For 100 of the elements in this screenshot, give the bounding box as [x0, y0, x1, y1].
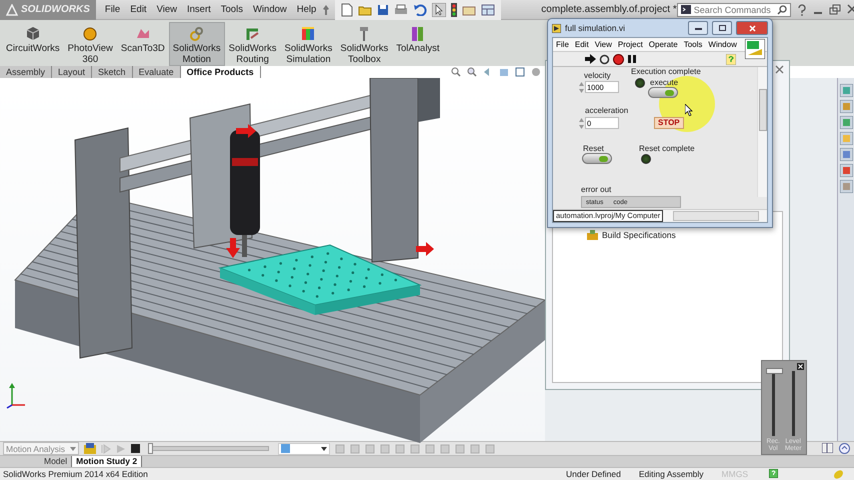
open-folder-icon[interactable]	[358, 4, 372, 16]
appearances-icon[interactable]	[840, 164, 852, 177]
control-label: error out	[581, 185, 612, 194]
abort-icon[interactable]	[613, 54, 624, 64]
menu-item[interactable]: Edit	[572, 40, 592, 49]
design-library-icon[interactable]	[840, 100, 852, 113]
build-specifications-icon	[587, 230, 598, 240]
ribbon-button[interactable]: PhotoView 360	[64, 22, 117, 66]
increment-arrows-icon[interactable]	[579, 82, 584, 92]
command-tab[interactable]: Sketch	[92, 66, 133, 78]
boolean-button[interactable]	[582, 153, 612, 164]
context-help-icon[interactable]	[726, 54, 736, 64]
pause-icon[interactable]	[627, 54, 637, 64]
timeline-slider-thumb[interactable]	[148, 443, 153, 454]
increment-arrows-icon[interactable]	[579, 118, 584, 128]
select-arrow-icon[interactable]	[432, 2, 446, 16]
close-icon	[748, 24, 756, 32]
color-cube-icon	[300, 26, 316, 42]
maximize-icon	[718, 25, 726, 31]
minimize-icon	[694, 26, 702, 30]
caret-icon	[70, 446, 76, 450]
ribbon-button[interactable]: SolidWorks Routing	[224, 22, 281, 66]
undo-icon[interactable]	[413, 4, 428, 16]
restore-icon[interactable]	[828, 4, 841, 16]
study-tab[interactable]: Motion Study 2	[72, 456, 142, 467]
ribbon-button[interactable]: SolidWorks Motion	[168, 22, 225, 66]
help-icon[interactable]	[796, 4, 807, 16]
ribbon-button[interactable]: SolidWorks Simulation	[280, 22, 336, 66]
menu-item[interactable]: View	[152, 0, 182, 20]
command-tab[interactable]: Assembly	[0, 66, 52, 78]
minimize-button[interactable]	[688, 21, 708, 35]
control-label: acceleration	[585, 106, 628, 115]
menu-item[interactable]: Tools	[680, 40, 706, 49]
axis-triad-icon	[6, 383, 26, 409]
view-palette-icon[interactable]	[840, 148, 852, 161]
ribbon-button[interactable]: ScanTo3D	[116, 22, 169, 66]
menu-item[interactable]: Window	[248, 0, 292, 20]
horizontal-scrollbar[interactable]	[673, 211, 759, 221]
menu-item[interactable]: Operate	[646, 40, 681, 49]
control-label: Reset	[583, 144, 604, 153]
ribbon-button[interactable]: TolAnalyst	[392, 22, 444, 66]
menu-item[interactable]: Help	[292, 0, 322, 20]
zoom-area-icon[interactable]	[466, 67, 477, 77]
file-explorer-icon[interactable]	[840, 116, 852, 129]
control-label: velocity	[584, 71, 611, 80]
command-prompt-icon	[680, 5, 691, 14]
control-label: Execution complete	[631, 67, 701, 76]
logo-text: SOLIDWORKS	[21, 4, 90, 15]
custom-properties-icon[interactable]	[840, 180, 852, 193]
ds-logo-icon	[6, 4, 18, 16]
menu-item[interactable]: Insert	[182, 0, 216, 20]
status-item: Editing Assembly	[638, 469, 705, 479]
search-field[interactable]: Search Commands	[676, 2, 791, 16]
ruler-icon	[410, 26, 426, 42]
menu-item[interactable]: View	[592, 40, 615, 49]
play-from-start-icon[interactable]	[101, 444, 111, 454]
section-view-icon[interactable]	[498, 67, 509, 77]
view-orientation-icon[interactable]	[514, 67, 525, 77]
edition-text: SolidWorks Premium 2014 x64 Edition	[3, 469, 148, 479]
playback-speed-dropdown[interactable]	[278, 442, 330, 454]
maximize-button[interactable]	[712, 21, 732, 35]
ribbon-button[interactable]: CircuitWorks	[2, 22, 64, 66]
command-tab[interactable]: Layout	[52, 66, 92, 78]
control-label: Reset complete	[639, 144, 695, 153]
command-tab[interactable]: Evaluate	[132, 66, 181, 78]
menu-item[interactable]: Tools	[216, 0, 248, 20]
help-icon[interactable]	[769, 468, 778, 478]
fader-thumb[interactable]	[766, 368, 783, 374]
menu-item[interactable]: Window	[705, 40, 740, 49]
search-icon[interactable]	[776, 4, 787, 14]
print-icon[interactable]	[394, 4, 408, 16]
collapse-icon[interactable]	[839, 443, 850, 454]
new-document-icon[interactable]	[341, 2, 354, 16]
run-arrow-icon[interactable]	[585, 54, 596, 64]
ribbon-button[interactable]: SolidWorks Toolbox	[336, 22, 392, 66]
window-title: full simulation.vi	[565, 23, 626, 33]
close-button[interactable]	[736, 21, 768, 35]
document-title: complete.assembly.of.project *	[540, 4, 677, 15]
menu-item[interactable]: Edit	[125, 0, 152, 20]
cursor-icon	[685, 104, 693, 116]
resources-icon[interactable]	[840, 84, 852, 97]
layout-icon[interactable]	[481, 4, 496, 16]
run-continuously-icon[interactable]	[599, 54, 610, 64]
split-view-icon[interactable]	[822, 443, 833, 453]
boolean-button[interactable]	[648, 87, 678, 98]
caret-icon	[321, 446, 327, 450]
cube-icon	[24, 26, 41, 42]
menu-item[interactable]: File	[553, 40, 572, 49]
folder-icon[interactable]	[840, 132, 852, 145]
menu-item[interactable]: Project	[614, 40, 646, 49]
traffic-light-icon[interactable]	[451, 2, 458, 16]
tree-item[interactable]: Build Specifications	[602, 230, 676, 240]
display-style-icon[interactable]	[530, 67, 541, 77]
save-icon[interactable]	[377, 4, 390, 16]
stop-button[interactable]: STOP	[654, 117, 684, 129]
pipe-icon	[244, 26, 261, 42]
scrollbar-thumb[interactable]	[759, 89, 767, 131]
sphere-icon	[82, 26, 98, 42]
menu-item[interactable]: File	[100, 0, 126, 20]
zoom-fit-icon[interactable]	[450, 67, 461, 77]
